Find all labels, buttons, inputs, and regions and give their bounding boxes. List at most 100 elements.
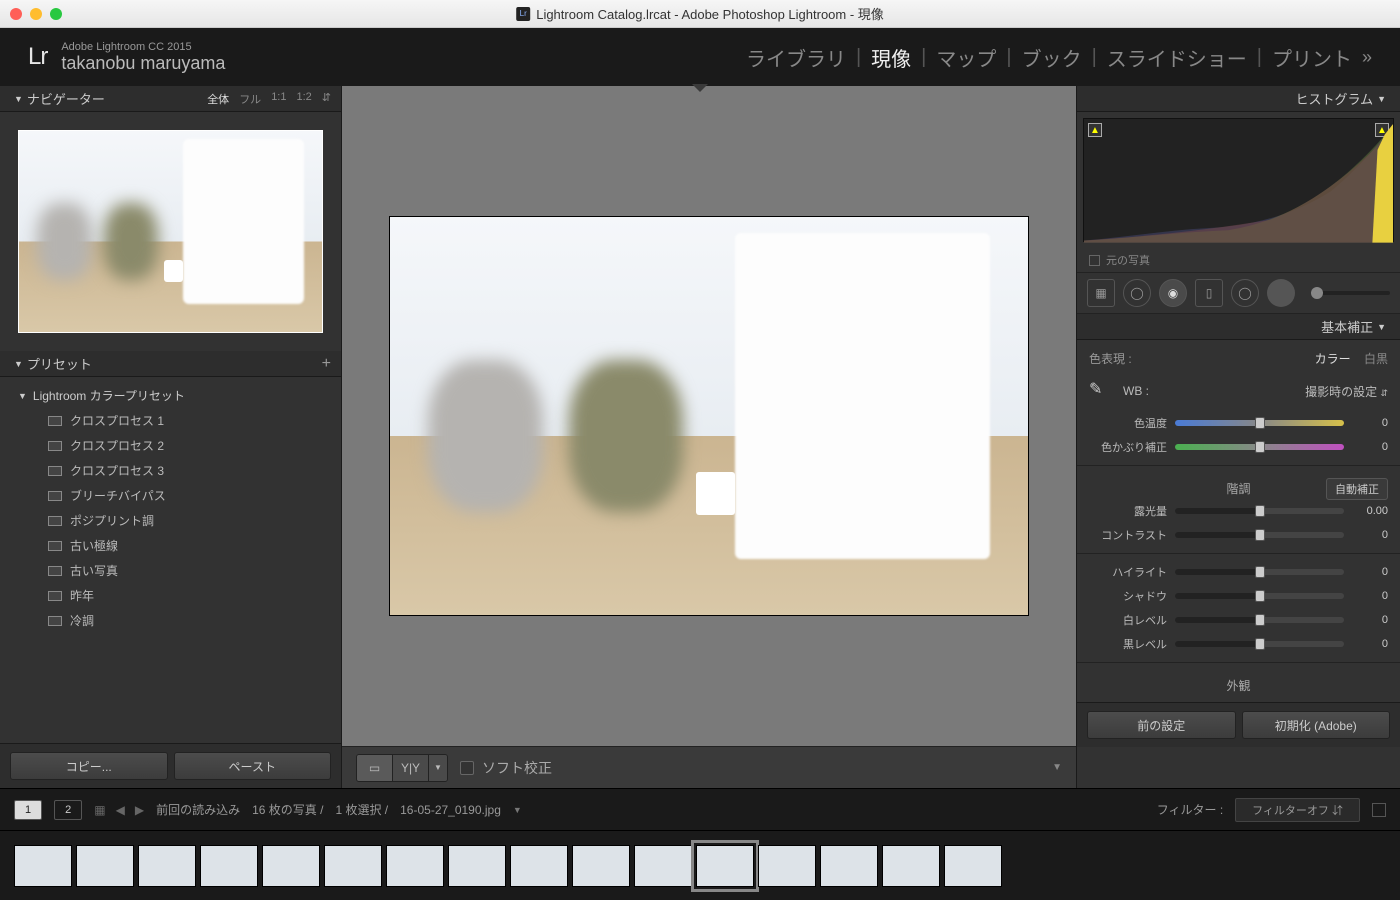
highlights-slider[interactable] (1175, 569, 1344, 575)
preset-item[interactable]: 古い写真 (0, 558, 341, 583)
filmstrip-thumb[interactable] (510, 845, 568, 887)
zoom-icon[interactable] (50, 8, 62, 20)
filter-lock-icon[interactable] (1372, 803, 1386, 817)
reset-button[interactable]: 初期化 (Adobe) (1242, 711, 1391, 739)
module-map[interactable]: マップ (936, 43, 996, 72)
disclosure-triangle-icon[interactable]: ▼ (1377, 322, 1386, 332)
source-label[interactable]: 前回の読み込み (156, 801, 240, 818)
filmstrip-thumb[interactable] (758, 845, 816, 887)
filmstrip-thumb[interactable] (944, 845, 1002, 887)
module-print[interactable]: プリント (1272, 43, 1352, 72)
shadows-value[interactable]: 0 (1352, 590, 1388, 602)
filmstrip-thumb[interactable] (448, 845, 506, 887)
tint-value[interactable]: 0 (1352, 441, 1388, 453)
navigator-preview[interactable] (0, 112, 341, 351)
filmstrip-thumb[interactable] (76, 845, 134, 887)
preset-item[interactable]: ポジプリント調 (0, 508, 341, 533)
preset-folder[interactable]: ▼ Lightroom カラープリセット (0, 383, 341, 408)
exposure-value[interactable]: 0.00 (1352, 505, 1388, 517)
temp-slider[interactable] (1175, 420, 1344, 426)
disclosure-triangle-icon[interactable]: ▼ (14, 94, 23, 104)
whites-slider[interactable] (1175, 617, 1344, 623)
filmstrip-thumb[interactable] (386, 845, 444, 887)
filmstrip[interactable] (0, 830, 1400, 900)
crop-tool[interactable]: ▦ (1087, 279, 1115, 307)
wb-eyedropper-icon[interactable]: ✎ (1089, 379, 1113, 403)
highlights-value[interactable]: 0 (1352, 566, 1388, 578)
module-book[interactable]: ブック (1022, 43, 1082, 72)
toolbar-dropdown-icon[interactable]: ▼ (1052, 762, 1062, 773)
exposure-slider[interactable] (1175, 508, 1344, 514)
prev-photo-icon[interactable]: ◀ (116, 803, 125, 817)
shadows-slider[interactable] (1175, 593, 1344, 599)
primary-display-button[interactable]: 1 (14, 800, 42, 820)
paste-button[interactable]: ペースト (174, 752, 332, 780)
graduated-filter-tool[interactable]: ▯ (1195, 279, 1223, 307)
histogram-header[interactable]: ヒストグラム ▼ (1077, 86, 1400, 112)
wb-dropdown[interactable]: 撮影時の設定 ⇵ (1305, 383, 1388, 400)
panel-collapse-top-icon[interactable] (692, 84, 708, 92)
treatment-bw[interactable]: 白黒 (1364, 352, 1388, 366)
tool-slider[interactable] (1311, 291, 1390, 295)
radial-filter-tool[interactable]: ◯ (1231, 279, 1259, 307)
contrast-slider[interactable] (1175, 532, 1344, 538)
soft-proof-toggle[interactable]: ソフト校正 (460, 758, 552, 778)
whites-value[interactable]: 0 (1352, 614, 1388, 626)
module-slideshow[interactable]: スライドショー (1107, 43, 1247, 72)
temp-value[interactable]: 0 (1352, 417, 1388, 429)
zoom-fill[interactable]: フル (239, 91, 261, 107)
presets-header[interactable]: ▼ プリセット + (0, 351, 341, 377)
auto-tone-button[interactable]: 自動補正 (1326, 478, 1388, 500)
adjustment-brush-tool[interactable] (1267, 279, 1295, 307)
module-library[interactable]: ライブラリ (746, 43, 846, 72)
filmstrip-thumb[interactable] (262, 845, 320, 887)
navigator-header[interactable]: ▼ ナビゲーター 全体 フル 1:1 1:2 ⇵ (0, 86, 341, 112)
filmstrip-thumb[interactable] (138, 845, 196, 887)
loupe-view-button[interactable]: ▭ (357, 755, 393, 781)
filmstrip-thumb[interactable] (882, 845, 940, 887)
blacks-slider[interactable] (1175, 641, 1344, 647)
preset-item[interactable]: 冷調 (0, 608, 341, 633)
module-develop[interactable]: 現像 (871, 43, 911, 72)
preset-item[interactable]: ブリーチバイパス (0, 483, 341, 508)
filmstrip-thumb[interactable] (324, 845, 382, 887)
redeye-tool[interactable]: ◉ (1159, 279, 1187, 307)
disclosure-triangle-icon[interactable]: ▼ (1377, 94, 1386, 104)
preset-item[interactable]: クロスプロセス 1 (0, 408, 341, 433)
zoom-fit[interactable]: 全体 (207, 91, 229, 107)
blacks-value[interactable]: 0 (1352, 638, 1388, 650)
filmstrip-thumb[interactable] (200, 845, 258, 887)
checkbox-icon[interactable] (460, 761, 474, 775)
zoom-dropdown-icon[interactable]: ⇵ (322, 91, 331, 107)
filmstrip-thumb[interactable] (696, 845, 754, 887)
filter-dropdown[interactable]: フィルターオフ ⇵ (1235, 798, 1360, 822)
spot-removal-tool[interactable]: ◯ (1123, 279, 1151, 307)
preset-item[interactable]: クロスプロセス 2 (0, 433, 341, 458)
zoom-1to1[interactable]: 1:1 (271, 91, 286, 107)
filmstrip-thumb[interactable] (14, 845, 72, 887)
checkbox-icon[interactable] (1089, 255, 1100, 266)
grid-view-icon[interactable]: ▦ (94, 803, 105, 817)
preset-item[interactable]: クロスプロセス 3 (0, 458, 341, 483)
tint-slider[interactable] (1175, 444, 1344, 450)
before-after-dropdown-icon[interactable]: ▼ (429, 755, 447, 781)
contrast-value[interactable]: 0 (1352, 529, 1388, 541)
zoom-1to2[interactable]: 1:2 (296, 91, 311, 107)
filename-dropdown-icon[interactable]: ▼ (513, 805, 522, 815)
image-canvas[interactable] (342, 86, 1076, 746)
previous-button[interactable]: 前の設定 (1087, 711, 1236, 739)
add-preset-icon[interactable]: + (322, 355, 331, 373)
histogram[interactable]: ▲ ▲ (1083, 118, 1394, 242)
close-icon[interactable] (10, 8, 22, 20)
minimize-icon[interactable] (30, 8, 42, 20)
basic-header[interactable]: 基本補正 ▼ (1077, 314, 1400, 340)
disclosure-triangle-icon[interactable]: ▼ (14, 359, 23, 369)
preset-item[interactable]: 古い極線 (0, 533, 341, 558)
next-photo-icon[interactable]: ▶ (135, 803, 144, 817)
disclosure-triangle-icon[interactable]: ▼ (18, 391, 27, 401)
treatment-color[interactable]: カラー (1315, 352, 1351, 366)
module-more-icon[interactable]: » (1362, 47, 1372, 68)
copy-button[interactable]: コピー... (10, 752, 168, 780)
preset-item[interactable]: 昨年 (0, 583, 341, 608)
filmstrip-thumb[interactable] (634, 845, 692, 887)
